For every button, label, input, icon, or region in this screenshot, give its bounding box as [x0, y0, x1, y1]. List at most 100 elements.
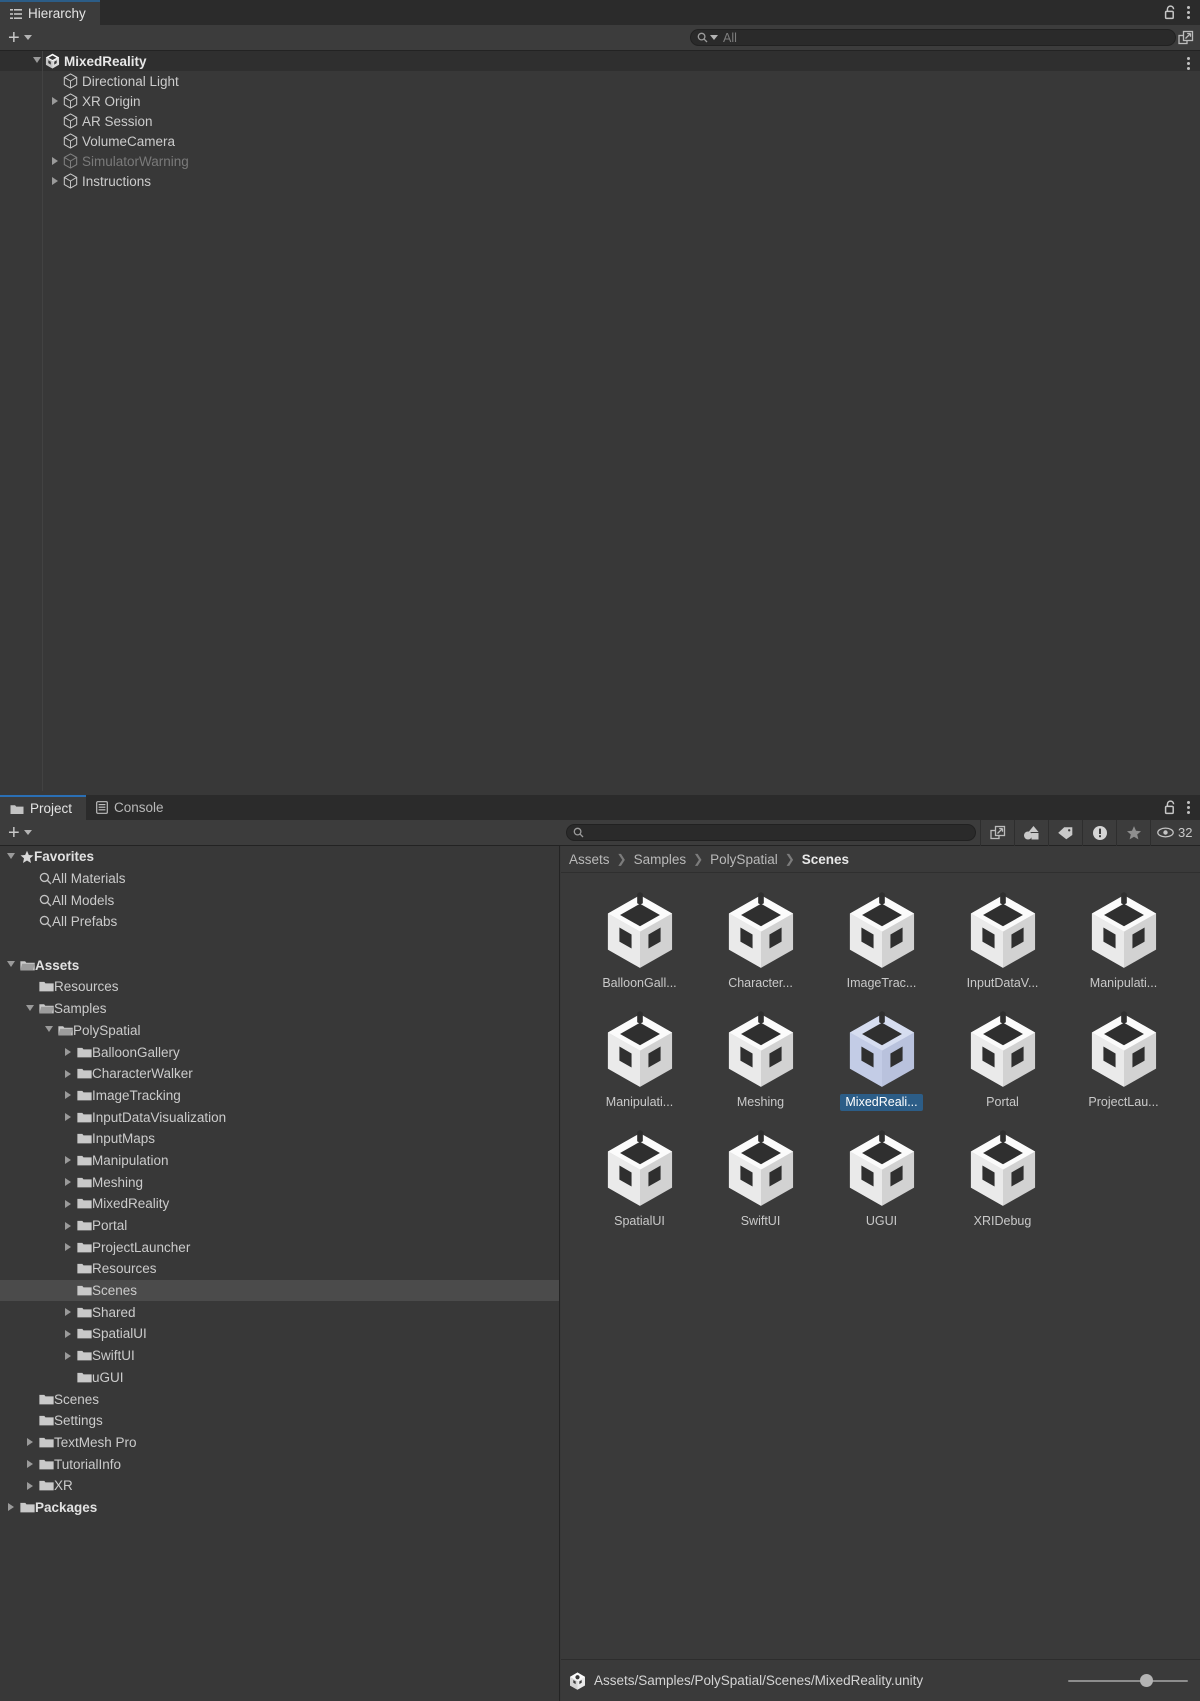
breadcrumb-item[interactable]: Scenes [802, 852, 849, 867]
asset-item[interactable]: ProjectLau... [1063, 1006, 1184, 1123]
hierarchy-row[interactable]: XR Origin [0, 91, 1200, 111]
hierarchy-row[interactable]: Directional Light [0, 71, 1200, 91]
project-tree-row[interactable]: SpatialUI [0, 1323, 559, 1345]
project-tree-row[interactable]: Scenes [0, 1388, 559, 1410]
asset-item[interactable]: Manipulati... [1063, 887, 1184, 1004]
project-tree-row[interactable]: XR [0, 1475, 559, 1497]
project-tree-row[interactable]: Resources [0, 1258, 559, 1280]
project-tree-row[interactable]: InputDataVisualization [0, 1106, 559, 1128]
project-folder-tree[interactable]: Favorites All Materials All Models All P… [0, 846, 560, 1701]
project-tree-row[interactable]: Resources [0, 976, 559, 998]
search-filter-chevron-icon[interactable] [710, 35, 718, 40]
asset-item[interactable]: Character... [700, 887, 821, 1004]
disclosure-triangle-closed-icon[interactable] [48, 157, 61, 165]
disclosure-triangle-closed-icon[interactable] [23, 1460, 36, 1469]
project-tree-row[interactable]: Assets [0, 954, 559, 976]
project-tree-row[interactable]: ProjectLauncher [0, 1236, 559, 1258]
disclosure-triangle-closed-icon[interactable] [48, 97, 61, 105]
label-tag-icon[interactable] [1048, 819, 1082, 846]
warning-icon[interactable] [1082, 819, 1116, 846]
project-tree-row[interactable]: All Prefabs [0, 911, 559, 933]
project-tree-row[interactable]: TutorialInfo [0, 1453, 559, 1475]
asset-item-selected[interactable]: MixedReali... [821, 1006, 942, 1123]
disclosure-triangle-open-icon[interactable] [4, 851, 17, 863]
add-gameobject-button[interactable]: + [0, 25, 40, 51]
tab-hierarchy[interactable]: Hierarchy [0, 0, 100, 25]
tab-project[interactable]: Project [0, 795, 87, 820]
project-search-input[interactable] [566, 824, 976, 841]
disclosure-triangle-closed-icon[interactable] [48, 177, 61, 185]
breadcrumb[interactable]: Assets ❯ Samples ❯ PolySpatial ❯ Scenes [561, 846, 1200, 873]
hierarchy-search-input[interactable]: All [690, 29, 1176, 46]
create-asset-button[interactable]: + [0, 820, 40, 846]
lock-open-icon[interactable] [1164, 800, 1177, 815]
asset-type-filter-icon[interactable] [1014, 819, 1048, 846]
project-tree-row[interactable]: Shared [0, 1301, 559, 1323]
asset-item[interactable]: Manipulati... [579, 1006, 700, 1123]
project-tree-row[interactable]: ImageTracking [0, 1085, 559, 1107]
asset-item[interactable]: XRIDebug [942, 1125, 1063, 1242]
disclosure-triangle-closed-icon[interactable] [61, 1221, 74, 1230]
hierarchy-row[interactable]: AR Session [0, 111, 1200, 131]
disclosure-triangle-closed-icon[interactable] [23, 1481, 36, 1490]
project-tree-row[interactable]: uGUI [0, 1367, 559, 1389]
lock-open-icon[interactable] [1164, 5, 1177, 20]
breadcrumb-item[interactable]: Samples [634, 852, 687, 867]
project-tree-row[interactable]: SwiftUI [0, 1345, 559, 1367]
breadcrumb-item[interactable]: PolySpatial [710, 852, 778, 867]
open-in-new-icon[interactable] [980, 819, 1014, 846]
project-tree-row[interactable]: All Materials [0, 868, 559, 890]
hierarchy-row[interactable]: VolumeCamera [0, 131, 1200, 151]
disclosure-triangle-closed-icon[interactable] [61, 1069, 74, 1078]
project-tree-row[interactable]: Packages [0, 1497, 559, 1519]
disclosure-triangle-closed-icon[interactable] [61, 1351, 74, 1360]
project-tree-row[interactable]: Favorites [0, 846, 559, 868]
disclosure-triangle-closed-icon[interactable] [61, 1308, 74, 1317]
tab-console[interactable]: Console [86, 795, 178, 820]
hierarchy-search-expand-icon[interactable] [1178, 30, 1194, 46]
disclosure-triangle-open-icon[interactable] [42, 1024, 55, 1036]
project-tree-row[interactable]: CharacterWalker [0, 1063, 559, 1085]
disclosure-triangle-closed-icon[interactable] [61, 1156, 74, 1165]
asset-item[interactable]: ImageTrac... [821, 887, 942, 1004]
thumbnail-zoom-slider[interactable] [1068, 1674, 1188, 1688]
disclosure-triangle-closed-icon[interactable] [61, 1048, 74, 1057]
disclosure-triangle-closed-icon[interactable] [61, 1113, 74, 1122]
asset-item[interactable]: Meshing [700, 1006, 821, 1123]
asset-item[interactable]: UGUI [821, 1125, 942, 1242]
disclosure-triangle-open-icon[interactable] [4, 959, 17, 971]
disclosure-triangle-closed-icon[interactable] [23, 1438, 36, 1447]
project-tree-row[interactable]: BalloonGallery [0, 1041, 559, 1063]
disclosure-triangle-closed-icon[interactable] [61, 1329, 74, 1338]
project-tree-row-selected[interactable]: Scenes [0, 1279, 559, 1302]
disclosure-triangle-closed-icon[interactable] [61, 1091, 74, 1100]
project-tree-row[interactable]: Meshing [0, 1171, 559, 1193]
disclosure-triangle-closed-icon[interactable] [61, 1199, 74, 1208]
hierarchy-row[interactable]: SimulatorWarning [0, 151, 1200, 171]
disclosure-triangle-closed-icon[interactable] [4, 1503, 17, 1512]
disclosure-triangle-closed-icon[interactable] [61, 1178, 74, 1187]
kebab-menu-icon[interactable] [1187, 801, 1190, 814]
asset-grid[interactable]: BalloonGall... Character... ImageTrac...… [561, 873, 1200, 1659]
disclosure-triangle-open-icon[interactable] [23, 1003, 36, 1015]
hierarchy-tree[interactable]: MixedReality Directional Light XR Origin… [0, 51, 1200, 791]
project-tree-row[interactable]: MixedReality [0, 1193, 559, 1215]
asset-item[interactable]: BalloonGall... [579, 887, 700, 1004]
hierarchy-row[interactable]: MixedReality [0, 51, 1200, 71]
scene-kebab-menu-icon[interactable] [1187, 57, 1190, 70]
hierarchy-row[interactable]: Instructions [0, 171, 1200, 191]
project-tree-row[interactable]: InputMaps [0, 1128, 559, 1150]
disclosure-triangle-closed-icon[interactable] [61, 1243, 74, 1252]
project-tree-row[interactable]: Manipulation [0, 1150, 559, 1172]
project-tree-row[interactable]: All Models [0, 889, 559, 911]
visible-count[interactable]: 32 [1150, 819, 1200, 846]
favorite-star-icon[interactable] [1116, 819, 1150, 846]
asset-item[interactable]: InputDataV... [942, 887, 1063, 1004]
project-tree-row[interactable]: Samples [0, 998, 559, 1020]
project-tree-row[interactable]: TextMesh Pro [0, 1432, 559, 1454]
asset-item[interactable]: SpatialUI [579, 1125, 700, 1242]
project-tree-row[interactable]: PolySpatial [0, 1020, 559, 1042]
asset-item[interactable]: SwiftUI [700, 1125, 821, 1242]
kebab-menu-icon[interactable] [1187, 6, 1190, 19]
slider-knob[interactable] [1140, 1674, 1153, 1687]
